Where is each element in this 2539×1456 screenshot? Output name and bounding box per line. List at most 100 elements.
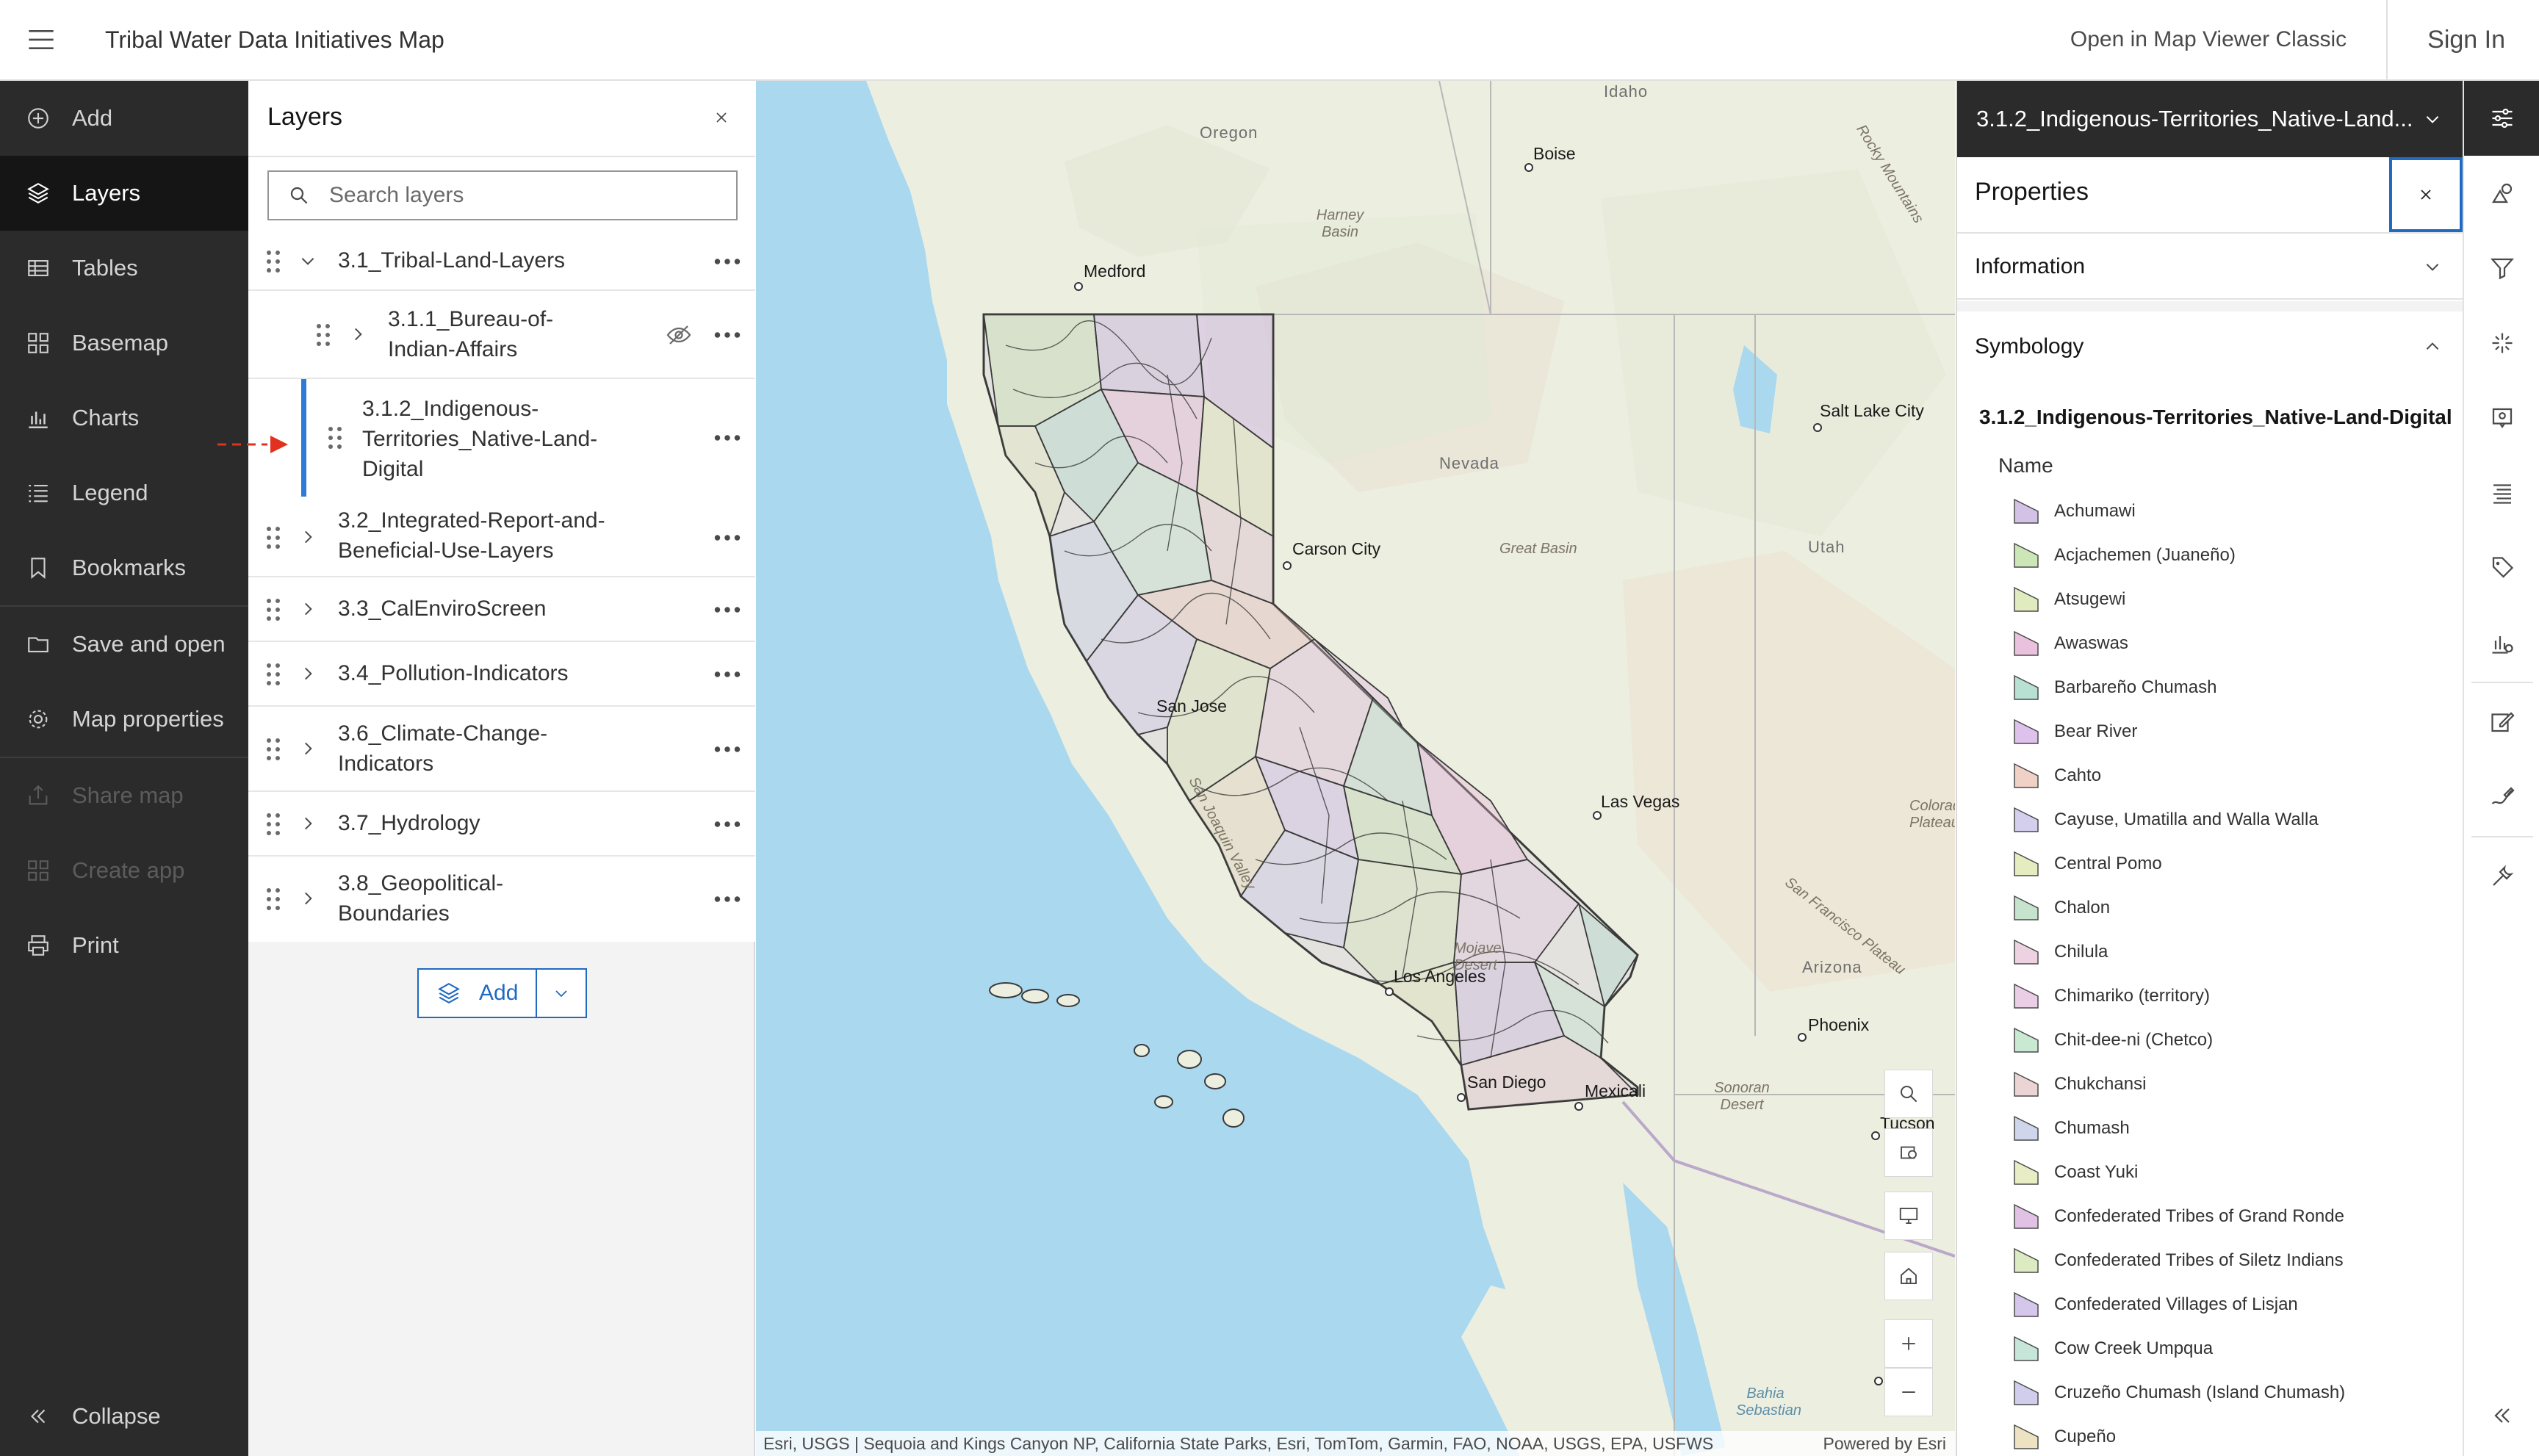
polygon-swatch-icon [2014,983,2039,1009]
information-section-header[interactable]: Information [1957,235,2464,300]
drag-handle-icon[interactable] [264,661,282,688]
more-options-icon[interactable] [711,886,743,912]
polygon-swatch-icon [2014,718,2039,744]
legend-item: Chilula [2012,937,2108,967]
more-options-icon[interactable] [711,811,743,837]
polygon-swatch-icon [2014,807,2039,832]
nav-create-app[interactable]: Create app [0,833,248,908]
layer-row-hydrology[interactable]: 3.7_Hydrology [248,792,755,857]
nav-tables[interactable]: Tables [0,231,248,306]
nav-label: Map properties [72,706,224,732]
measure-tool-button[interactable] [2464,839,2539,914]
popups-tool-button[interactable] [2464,381,2539,455]
charts-tool-button[interactable] [2464,605,2539,680]
layer-row-indigenous-territories[interactable]: 3.1.2_Indigenous- Territories_Native-Land… [248,379,755,497]
powered-by-esri-link[interactable]: Powered by Esri [1823,1434,1946,1454]
polygon-swatch-icon [2014,851,2039,876]
nav-legend[interactable]: Legend [0,455,248,530]
legend-item-label: Chilula [2054,942,2108,962]
drag-handle-icon[interactable] [264,811,282,837]
layer-row-bureau-of-indian-affairs[interactable]: 3.1.1_Bureau-of- Indian-Affairs [248,291,755,379]
symbology-section-header[interactable]: Symbology [1957,314,2464,379]
close-properties-button[interactable] [2389,157,2463,232]
more-options-icon[interactable] [711,736,743,763]
nav-share-map[interactable]: Share map [0,758,248,833]
search-layers-field[interactable] [267,170,738,220]
plus-circle-icon [24,104,53,133]
open-map-viewer-classic-link[interactable]: Open in Map Viewer Classic [2031,0,2386,80]
search-input[interactable] [329,183,726,208]
chevron-right-icon[interactable] [298,889,317,908]
nav-add[interactable]: Add [0,81,248,156]
layer-select-dropdown[interactable]: 3.1.2_Indigenous-Territories_Native-Land… [1957,81,2464,157]
nav-label: Charts [72,405,140,430]
layer-row-geopolitical-boundaries[interactable]: 3.8_Geopolitical- Boundaries [248,857,755,942]
more-options-icon[interactable] [711,322,743,348]
drag-handle-icon[interactable] [264,525,282,551]
nav-map-properties[interactable]: Map properties [0,682,248,757]
legend-item: Cow Creek Umpqua [2012,1334,2213,1363]
visibility-off-icon[interactable] [666,322,692,348]
map-canvas[interactable] [756,81,1955,1456]
layer-row-climate-change-indicators[interactable]: 3.6_Climate-Change- Indicators [248,707,755,792]
add-layer-button[interactable]: Add [419,970,538,1017]
layer-row-pollution-indicators[interactable]: 3.4_Pollution-Indicators [248,642,755,707]
styles-tool-button[interactable] [2464,156,2539,231]
edit-tool-button[interactable] [2464,685,2539,760]
polygon-swatch-icon [2014,1380,2039,1405]
close-icon[interactable] [705,101,738,134]
search-icon [290,187,308,204]
home-button[interactable] [1884,1252,1933,1300]
locate-button[interactable] [1884,1128,1933,1177]
layer-row-tribal-land-layers[interactable]: 3.1_Tribal-Land-Layers [248,231,755,291]
filter-tool-button[interactable] [2464,231,2539,306]
map-view[interactable]: Idaho Oregon Boise Harney Basin Medford … [756,81,1955,1456]
minus-icon [1902,1391,1915,1393]
more-options-icon[interactable] [711,525,743,551]
collapse-button[interactable]: Collapse [0,1379,248,1454]
effects-tool-button[interactable] [2464,306,2539,381]
drag-handle-icon[interactable] [314,322,332,348]
zoom-in-button[interactable] [1884,1319,1933,1368]
chevron-right-icon[interactable] [298,527,317,547]
chevron-right-icon[interactable] [298,599,317,619]
chevron-right-icon[interactable] [298,814,317,833]
more-options-icon[interactable] [711,248,743,275]
sign-in-button[interactable]: Sign In [2386,0,2539,80]
chevron-down-icon[interactable] [298,251,317,270]
add-dropdown-button[interactable] [537,970,586,1017]
polygon-swatch-icon [2014,674,2039,700]
more-options-icon[interactable] [711,661,743,688]
layer-row-calenviroscreen[interactable]: 3.3_CalEnviroScreen [248,577,755,642]
layer-name: 3.6_Climate-Change- Indicators [338,721,548,776]
sketch-tool-button[interactable] [2464,760,2539,835]
drag-handle-icon[interactable] [264,886,282,912]
drag-handle-icon[interactable] [264,248,282,275]
zoom-out-button[interactable] [1884,1368,1933,1416]
chevron-right-icon[interactable] [298,739,317,758]
nav-print[interactable]: Print [0,908,248,983]
chevron-right-icon[interactable] [298,664,317,683]
nav-bookmarks[interactable]: Bookmarks [0,530,248,605]
fullscreen-button[interactable] [1884,1192,1933,1240]
layer-row-integrated-report[interactable]: 3.2_Integrated-Report-and- Beneficial-Use… [248,497,755,577]
drag-handle-icon[interactable] [264,736,282,763]
nav-layers[interactable]: Layers [0,156,248,231]
more-options-icon[interactable] [711,425,743,451]
map-search-button[interactable] [1884,1070,1933,1118]
nav-charts[interactable]: Charts [0,381,248,455]
edit-icon [2491,712,2515,732]
fields-tool-button[interactable] [2464,455,2539,530]
chevron-right-icon[interactable] [348,325,367,344]
collapse-right-button[interactable] [2464,1378,2539,1453]
drag-handle-icon[interactable] [326,425,344,451]
nav-basemap[interactable]: Basemap [0,306,248,381]
nav-save-and-open[interactable]: Save and open [0,607,248,682]
menu-icon[interactable] [0,0,82,80]
labels-tool-button[interactable] [2464,530,2539,605]
properties-tool-button[interactable] [2464,81,2539,156]
drag-handle-icon[interactable] [264,597,282,623]
legend-item-label: Cahto [2054,765,2102,785]
more-options-icon[interactable] [711,597,743,623]
chevron-down-icon [2426,264,2439,271]
